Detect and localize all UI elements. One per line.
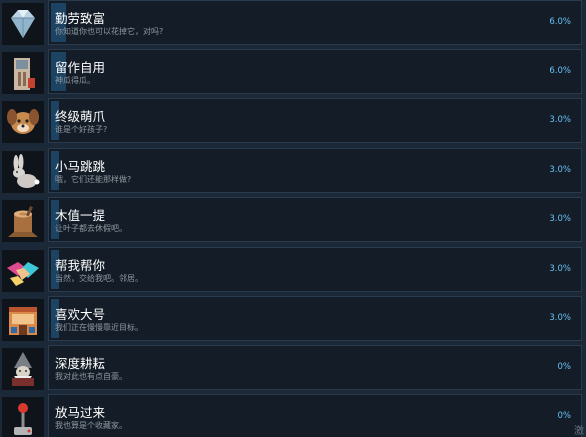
achievement-card: 深度耕耘 我对此也有点自豪。 0% bbox=[48, 345, 582, 390]
achievement-card: 木值一提 让叶子都去休假吧。 3.0% bbox=[48, 197, 582, 242]
achievement-row[interactable]: 放马过来 我也算是个收藏家。 0% bbox=[0, 394, 586, 437]
achievement-description: 哦，它们还能那样做? bbox=[55, 175, 132, 184]
corner-text: 激 bbox=[574, 426, 584, 437]
unlock-percentage: 3.0% bbox=[549, 264, 571, 274]
achievement-title: 留作自用 bbox=[55, 60, 106, 75]
unlock-percentage: 3.0% bbox=[549, 165, 571, 175]
achievement-row[interactable]: 留作自用 神瓜得瓜。 6.0% bbox=[0, 49, 586, 99]
achievement-title: 小马跳跳 bbox=[55, 159, 106, 174]
unlock-percentage: 0% bbox=[557, 362, 572, 372]
dog-icon bbox=[2, 101, 44, 143]
achievement-list: 勤劳致富 你知道你也可以花掉它，对吗? 6.0% 留作自用 神瓜得瓜。 6.0% bbox=[0, 0, 586, 437]
achievement-row[interactable]: 喜欢大号 我们正在慢慢靠近目标。 3.0% bbox=[0, 296, 586, 346]
achievement-description: 我对此也有点自豪。 bbox=[55, 372, 127, 381]
achievement-description: 神瓜得瓜。 bbox=[55, 76, 95, 85]
achievement-card: 终级萌爪 谁是个好孩子? 3.0% bbox=[48, 98, 582, 143]
achievement-description: 我们正在慢慢靠近目标。 bbox=[55, 323, 143, 332]
achievement-title: 帮我帮你 bbox=[55, 258, 106, 273]
achievement-card: 勤劳致富 你知道你也可以花掉它，对吗? 6.0% bbox=[48, 0, 582, 45]
achievement-card: 留作自用 神瓜得瓜。 6.0% bbox=[48, 49, 582, 94]
unlock-percentage: 6.0% bbox=[549, 66, 571, 76]
achievement-description: 当然，交给我吧。邻居。 bbox=[55, 274, 143, 283]
achievement-description: 让叶子都去休假吧。 bbox=[55, 224, 127, 233]
achievement-card: 喜欢大号 我们正在慢慢靠近目标。 3.0% bbox=[48, 296, 582, 341]
unlock-percentage: 3.0% bbox=[549, 214, 571, 224]
house-icon bbox=[2, 299, 44, 341]
unlock-percentage: 3.0% bbox=[549, 115, 571, 125]
achievement-card: 帮我帮你 当然，交给我吧。邻居。 3.0% bbox=[48, 247, 582, 292]
rabbit-icon bbox=[2, 151, 44, 193]
achievement-description: 我也算是个收藏家。 bbox=[55, 421, 127, 430]
achievement-card: 放马过来 我也算是个收藏家。 0% bbox=[48, 394, 582, 437]
gnome-icon bbox=[2, 348, 44, 390]
joystick-icon bbox=[2, 397, 44, 437]
stump-icon bbox=[2, 200, 44, 242]
achievement-row[interactable]: 终级萌爪 谁是个好孩子? 3.0% bbox=[0, 98, 586, 148]
unlock-percentage: 3.0% bbox=[549, 313, 571, 323]
achievement-title: 深度耕耘 bbox=[55, 356, 106, 371]
unlock-percentage: 0% bbox=[557, 411, 572, 421]
achievement-description: 谁是个好孩子? bbox=[55, 125, 108, 134]
achievement-row[interactable]: 木值一提 让叶子都去休假吧。 3.0% bbox=[0, 197, 586, 247]
achievement-title: 终级萌爪 bbox=[55, 109, 106, 124]
achievement-row[interactable]: 勤劳致富 你知道你也可以花掉它，对吗? 6.0% bbox=[0, 0, 586, 50]
achievement-title: 勤劳致富 bbox=[55, 11, 106, 26]
achievement-title: 木值一提 bbox=[55, 208, 106, 223]
diamond-icon bbox=[2, 3, 44, 45]
achievement-description: 你知道你也可以花掉它，对吗? bbox=[55, 27, 164, 36]
achievement-row[interactable]: 帮我帮你 当然，交给我吧。邻居。 3.0% bbox=[0, 247, 586, 297]
achievement-title: 喜欢大号 bbox=[55, 307, 106, 322]
achievement-row[interactable]: 小马跳跳 哦，它们还能那样做? 3.0% bbox=[0, 148, 586, 198]
achievement-row[interactable]: 深度耕耘 我对此也有点自豪。 0% bbox=[0, 345, 586, 395]
building-icon bbox=[2, 52, 44, 94]
handshake-icon bbox=[2, 250, 44, 292]
achievement-card: 小马跳跳 哦，它们还能那样做? 3.0% bbox=[48, 148, 582, 193]
unlock-percentage: 6.0% bbox=[549, 17, 571, 27]
achievement-title: 放马过来 bbox=[55, 405, 106, 420]
